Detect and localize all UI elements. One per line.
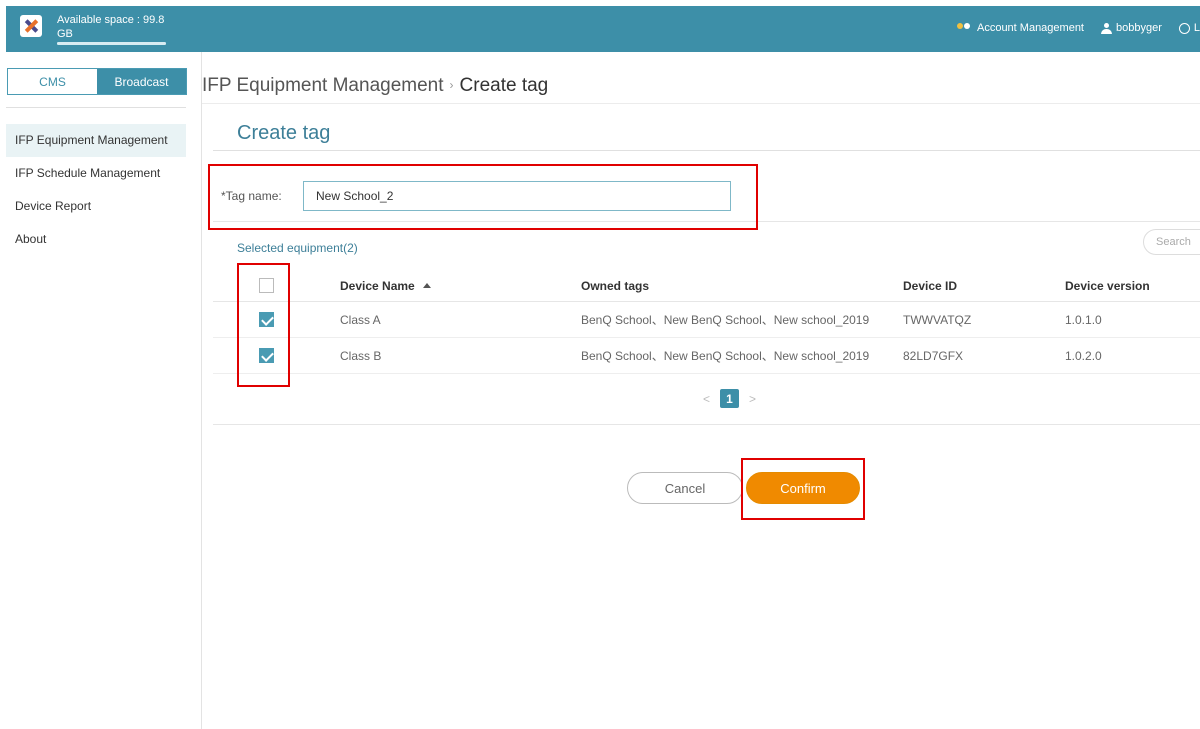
breadcrumb-parent[interactable]: IFP Equipment Management: [202, 75, 444, 96]
storage-progress-bar: [57, 42, 166, 45]
sidebar-nav: IFP Equipment Management IFP Schedule Ma…: [6, 124, 186, 256]
tag-name-label: *Tag name:: [221, 189, 282, 203]
table-row[interactable]: Class A BenQ School、New BenQ School、New …: [213, 302, 1200, 338]
row-checkbox[interactable]: [259, 312, 274, 327]
app-logo-icon[interactable]: [20, 15, 42, 37]
language-label: L: [1193, 22, 1200, 34]
owned-tags-cell: BenQ School、New BenQ School、New school_2…: [581, 313, 870, 327]
device-name-cell: Class B: [340, 348, 382, 363]
storage-label: Available space : 99.8: [57, 14, 165, 26]
device-id-cell: 82LD7GFX: [903, 348, 964, 363]
account-management-label: Account Management: [976, 22, 1084, 34]
title-divider: [213, 150, 1200, 151]
sidebar-item-schedule-management[interactable]: IFP Schedule Management: [6, 157, 186, 190]
top-bar: Available space : 99.8 GB Account Manage…: [6, 6, 1200, 52]
storage-info: Available space : 99.8 GB: [57, 13, 167, 41]
page-1-button[interactable]: 1: [720, 389, 740, 408]
top-right-menu: Account Management bobbyger L: [956, 22, 1200, 34]
username-label: bobbyger: [1116, 22, 1162, 34]
panel-divider: [202, 103, 1200, 104]
table-row[interactable]: Class B BenQ School、New BenQ School、New …: [213, 338, 1200, 374]
user-icon: [1101, 22, 1112, 34]
page-title: Create tag: [237, 122, 331, 144]
tab-cms[interactable]: CMS: [8, 69, 97, 94]
sort-ascending-icon: [422, 283, 431, 288]
sidebar-divider: [6, 107, 186, 108]
owned-tags-cell: BenQ School、New BenQ School、New school_2…: [581, 349, 870, 363]
breadcrumb-current: Create tag: [459, 75, 549, 96]
prev-page-button[interactable]: <: [703, 392, 710, 406]
sidebar-item-about[interactable]: About: [6, 223, 186, 256]
account-management-link[interactable]: Account Management: [956, 22, 1084, 34]
select-all-cell: [259, 270, 274, 301]
mode-switch: CMS Broadcast: [7, 68, 187, 95]
cancel-button[interactable]: Cancel: [627, 472, 743, 504]
form-divider: [213, 221, 1200, 222]
device-version-cell: 1.0.2.0: [1065, 348, 1102, 363]
sidebar-item-device-report[interactable]: Device Report: [6, 190, 186, 223]
row-checkbox[interactable]: [259, 348, 274, 363]
breadcrumb-separator: ›: [449, 78, 454, 92]
tag-name-input[interactable]: [303, 181, 731, 211]
select-all-checkbox[interactable]: [259, 278, 274, 293]
column-header-device-id: Device ID: [903, 278, 958, 293]
device-name-cell: Class A: [340, 312, 381, 327]
sidebar: CMS Broadcast IFP Equipment Management I…: [6, 52, 202, 729]
next-page-button[interactable]: >: [749, 392, 756, 406]
table-header: Device Name Owned tags Device ID Device …: [213, 270, 1200, 302]
row-select-cell: [259, 338, 274, 373]
selected-equipment-label: Selected equipment(2): [237, 241, 358, 255]
pagination: < 1 >: [703, 389, 756, 408]
column-header-device-version: Device version: [1065, 278, 1150, 293]
storage-unit: GB: [57, 28, 73, 40]
device-id-cell: TWWVATQZ: [903, 312, 972, 327]
sidebar-item-equipment-management[interactable]: IFP Equipment Management: [6, 124, 186, 157]
column-header-owned-tags: Owned tags: [581, 278, 650, 293]
search-input[interactable]: Search: [1143, 229, 1200, 255]
user-menu[interactable]: bobbyger: [1101, 22, 1162, 34]
device-version-cell: 1.0.1.0: [1065, 312, 1102, 327]
tab-broadcast[interactable]: Broadcast: [97, 69, 186, 94]
table-bottom-divider: [213, 424, 1200, 425]
language-menu[interactable]: L: [1178, 22, 1200, 34]
globe-icon: [1178, 22, 1190, 34]
account-group-icon: [956, 23, 973, 33]
confirm-button[interactable]: Confirm: [746, 472, 860, 504]
row-select-cell: [259, 302, 274, 337]
column-label: Device Name: [340, 278, 415, 293]
breadcrumb: IFP Equipment Management › Create tag: [202, 75, 548, 97]
column-header-device-name[interactable]: Device Name: [340, 270, 431, 301]
